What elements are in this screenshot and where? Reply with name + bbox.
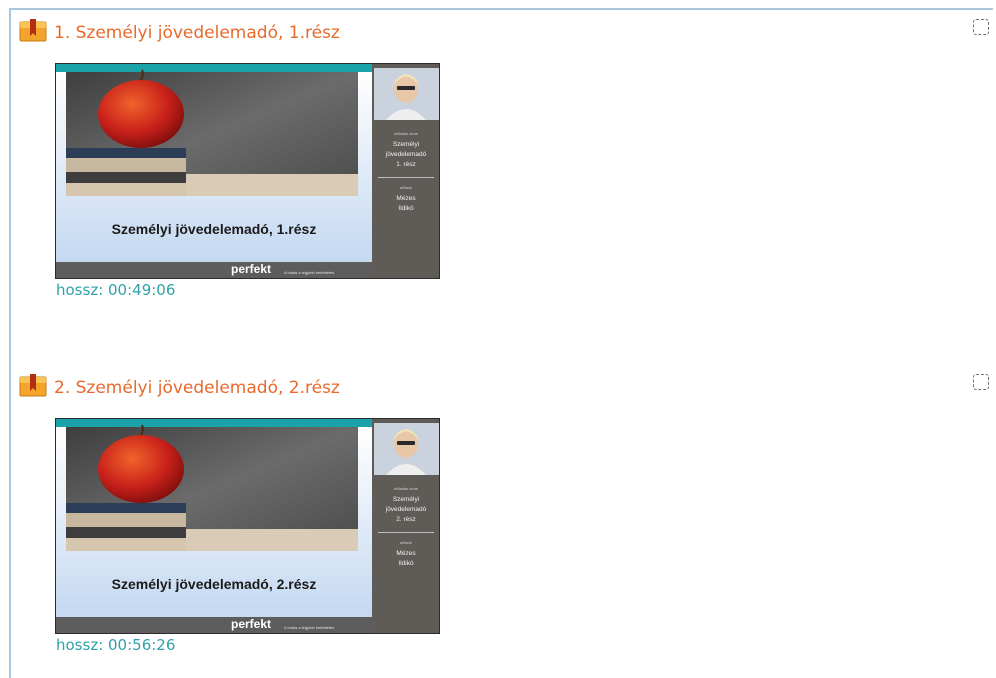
completion-checkbox[interactable] <box>973 374 989 390</box>
activity-header: 1. Személyi jövedelemadó, 1.rész <box>19 18 989 43</box>
activity-title-link[interactable]: 1. Személyi jövedelemadó, 1.rész <box>54 23 340 43</box>
activity-header: 2. Személyi jövedelemadó, 2.rész <box>19 373 989 398</box>
side-presenter-line: Mézes <box>396 550 416 557</box>
side-topic-label: előadás címe <box>394 486 419 491</box>
side-topic-line: 2. rész <box>396 516 416 523</box>
side-topic-line: Személyi <box>393 496 419 503</box>
activity-title-link[interactable]: 2. Személyi jövedelemadó, 2.rész <box>54 378 340 398</box>
video-thumbnail-slide: Személyi jövedelemadó, 2.rész perfekt A … <box>56 419 439 633</box>
brand-tagline: A tudás a legjobb befektetés <box>284 270 334 275</box>
slide-heading: Személyi jövedelemadó, 2.rész <box>112 576 317 592</box>
book-module-icon <box>19 19 47 42</box>
side-topic-line: Személyi <box>393 141 419 148</box>
video-thumbnail-slide: Személyi jövedelemadó, 1.rész perfekt A … <box>56 64 439 278</box>
video-duration: hossz: 00:49:06 <box>56 281 176 299</box>
side-topic-line: jövedelemadó <box>385 506 427 513</box>
video-duration: hossz: 00:56:26 <box>56 636 176 654</box>
video-thumbnail[interactable]: Személyi jövedelemadó, 2.rész perfekt A … <box>55 418 440 634</box>
side-topic-label: előadás címe <box>394 131 419 136</box>
brand-logo-text: perfekt <box>231 617 271 631</box>
side-presenter-label: előadó <box>400 540 413 545</box>
side-presenter-line: Ildikó <box>398 205 414 212</box>
side-presenter-label: előadó <box>400 185 413 190</box>
brand-logo-text: perfekt <box>231 262 271 276</box>
brand-tagline: A tudás a legjobb befektetés <box>284 625 334 630</box>
completion-checkbox[interactable] <box>973 19 989 35</box>
slide-heading: Személyi jövedelemadó, 1.rész <box>112 221 317 237</box>
video-thumbnail[interactable]: Személyi jövedelemadó, 1.rész perfekt A … <box>55 63 440 279</box>
side-topic-line: 1. rész <box>396 161 416 168</box>
side-presenter-line: Mézes <box>396 195 416 202</box>
side-topic-line: jövedelemadó <box>385 151 427 158</box>
side-presenter-line: Ildikó <box>398 560 414 567</box>
book-module-icon <box>19 374 47 397</box>
